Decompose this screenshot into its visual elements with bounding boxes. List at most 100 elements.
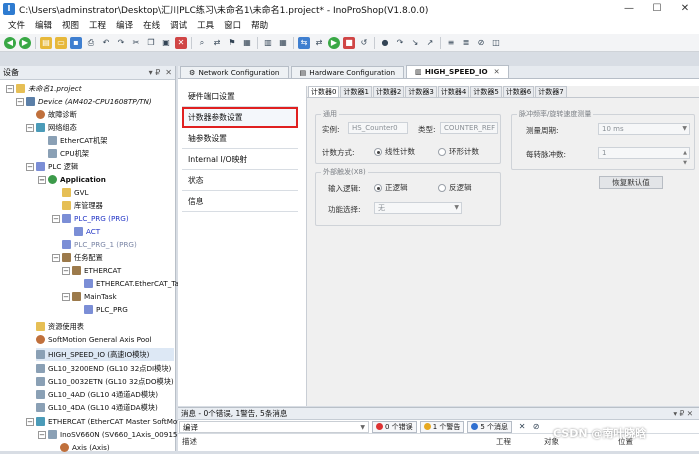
tree-item-ethercat-master[interactable]: − ETHERCAT (EtherCAT Master SoftMotion) <box>26 415 194 428</box>
collapse-toggle-icon[interactable]: − <box>62 292 70 301</box>
tree-item-act[interactable]: ACT <box>74 225 100 238</box>
tree-item-application[interactable]: − Application <box>38 173 106 186</box>
col-description[interactable]: 描述 <box>182 436 197 447</box>
open-folder-icon[interactable]: ▭ <box>55 36 67 49</box>
tree-item-gl10-ad[interactable]: GL10_4AD (GL10 4通道AD模块) <box>36 388 158 401</box>
force-value-icon[interactable]: ≣ <box>460 37 472 49</box>
measure-period-select[interactable]: 10 ms ▼ <box>598 123 690 135</box>
tree-item-network[interactable]: − 网络组态 <box>26 121 77 134</box>
menu-tools[interactable]: 工具 <box>192 18 219 34</box>
reset-icon[interactable]: ↺ <box>358 37 370 49</box>
tree-item-plc-prg[interactable]: − PLC_PRG (PRG) <box>52 212 129 225</box>
radio-linear-count[interactable]: 线性计数 <box>374 146 415 157</box>
tree-item-ethercat-rack[interactable]: EtherCAT机架 <box>48 134 107 147</box>
collapse-toggle-icon[interactable]: − <box>16 97 24 106</box>
tab-hardware-configuration[interactable]: ▤ Hardware Configuration <box>290 66 405 78</box>
nav-internal-io-mapping[interactable]: Internal I/O映射 <box>182 149 298 170</box>
close-button[interactable]: ✕ <box>671 0 699 18</box>
nav-hardware-port[interactable]: 硬件端口设置 <box>182 86 298 107</box>
panel-controls-icon[interactable]: ▾ ₽ ✕ <box>673 408 693 419</box>
tree-item-gl10-da[interactable]: GL10_4DA (GL10 4通道DA模块) <box>36 401 158 414</box>
tree-item-diagnosis[interactable]: 故障诊断 <box>36 108 77 121</box>
menu-debug[interactable]: 调试 <box>165 18 192 34</box>
warnings-filter-button[interactable]: 1 个警告 <box>419 420 465 433</box>
tree-item-project[interactable]: − 未命名1.project <box>6 82 82 95</box>
tab-counter-3[interactable]: 计数器3 <box>405 86 437 97</box>
tab-high-speed-io[interactable]: ▥ HIGH_SPEED_IO ✕ <box>406 65 509 78</box>
tree-item-gl10-do[interactable]: GL10_0032ETN (GL10 32点DO模块) <box>36 375 174 388</box>
pulses-per-rev-spinner[interactable]: 1 ▲ ▼ <box>598 147 690 166</box>
logout-icon[interactable]: ⇄ <box>313 37 325 49</box>
menu-project[interactable]: 工程 <box>84 18 111 34</box>
clear-messages-icon[interactable]: ✕ <box>516 421 528 433</box>
write-value-icon[interactable]: ≡ <box>445 37 457 49</box>
step-out-icon[interactable]: ↗ <box>424 37 436 49</box>
step-into-icon[interactable]: ↘ <box>409 37 421 49</box>
spinner-arrows-icon[interactable]: ▲ ▼ <box>683 148 687 168</box>
menu-file[interactable]: 文件 <box>3 18 30 34</box>
delete-icon[interactable]: ✕ <box>175 36 187 49</box>
minimize-button[interactable]: — <box>615 0 643 18</box>
tree-item-plc-logic[interactable]: − PLC 逻辑 <box>26 160 78 173</box>
filter-icon[interactable]: ⊘ <box>530 421 542 433</box>
close-panel-icon[interactable]: ✕ <box>165 68 172 77</box>
replace-icon[interactable]: ⇄ <box>211 37 223 49</box>
nav-status[interactable]: 状态 <box>182 170 298 191</box>
restore-default-button[interactable]: 恢复默认值 <box>599 176 663 189</box>
type-field[interactable]: COUNTER_REF <box>440 122 498 134</box>
tree-item-axis[interactable]: Axis (Axis) <box>60 441 110 454</box>
table-icon[interactable]: ▥ <box>262 37 274 49</box>
menu-online[interactable]: 在线 <box>138 18 165 34</box>
tree-item-ethercat-task[interactable]: − ETHERCAT <box>62 264 121 277</box>
tree-item-gl10-di[interactable]: GL10_3200END (GL10 32点DI模块) <box>36 362 171 375</box>
collapse-toggle-icon[interactable]: − <box>6 84 14 93</box>
collapse-toggle-icon[interactable]: − <box>26 123 34 132</box>
collapse-toggle-icon[interactable]: − <box>52 253 60 262</box>
tree-item-softmotion-pool[interactable]: SoftMotion General Axis Pool <box>36 333 152 346</box>
tree-item-ethercat-task-call[interactable]: ETHERCAT.EtherCAT_Tas <box>84 277 183 290</box>
tab-counter-0[interactable]: 计数器0 <box>308 86 340 97</box>
nav-axis-params[interactable]: 轴参数设置 <box>182 128 298 149</box>
collapse-toggle-icon[interactable]: − <box>38 430 46 439</box>
message-source-select[interactable]: 编译 ▼ <box>179 420 369 433</box>
grid-icon[interactable]: ▦ <box>277 37 289 49</box>
col-project[interactable]: 工程 <box>496 436 511 447</box>
radio-ring-count[interactable]: 环形计数 <box>438 146 479 157</box>
step-over-icon[interactable]: ↷ <box>394 37 406 49</box>
tab-counter-4[interactable]: 计数器4 <box>437 86 470 97</box>
tree-item-gvl[interactable]: GVL <box>62 186 89 199</box>
redo-icon[interactable]: ↷ <box>115 37 127 49</box>
tree-item-main-task-prg[interactable]: PLC_PRG <box>84 303 128 316</box>
cut-icon[interactable]: ✂ <box>130 37 142 49</box>
unforce-icon[interactable]: ⊘ <box>475 37 487 49</box>
tree-item-device[interactable]: − Device (AM402-CPU1608TP/TN) <box>16 95 152 108</box>
undo-icon[interactable]: ↶ <box>100 37 112 49</box>
collapse-toggle-icon[interactable]: − <box>26 417 34 426</box>
collapse-toggle-icon[interactable]: − <box>26 162 34 171</box>
paste-icon[interactable]: ▣ <box>160 37 172 49</box>
maximize-button[interactable]: ☐ <box>643 0 671 18</box>
breakpoint-icon[interactable]: ● <box>379 37 391 49</box>
tree-item-cpu-rack[interactable]: CPU机架 <box>48 147 89 160</box>
errors-filter-button[interactable]: 0 个错误 <box>372 420 417 433</box>
bookmark-icon[interactable]: ⚑ <box>226 37 238 49</box>
collapse-toggle-icon[interactable]: − <box>62 266 70 275</box>
tree-item-servo[interactable]: − InoSV660N (SV660_1Axis_00915) <box>38 428 180 441</box>
menu-help[interactable]: 帮助 <box>246 18 273 34</box>
tab-counter-7[interactable]: 计数器7 <box>535 86 567 97</box>
print-icon[interactable]: ⎙ <box>85 37 97 49</box>
forward-icon[interactable]: ▶ <box>19 36 31 49</box>
menu-view[interactable]: 视图 <box>57 18 84 34</box>
instance-field[interactable]: HS_Counter0 <box>348 122 408 134</box>
messages-filter-button[interactable]: 5 个消息 <box>467 420 513 433</box>
menu-window[interactable]: 窗口 <box>219 18 246 34</box>
menu-edit[interactable]: 编辑 <box>30 18 57 34</box>
tree-item-task-config[interactable]: − 任务配置 <box>52 251 103 264</box>
compile-icon[interactable]: ▦ <box>241 37 253 49</box>
nav-info[interactable]: 信息 <box>182 191 298 212</box>
run-icon[interactable]: ▶ <box>328 36 340 49</box>
new-file-icon[interactable]: ▤ <box>40 36 52 49</box>
tree-item-library-manager[interactable]: 库管理器 <box>62 199 103 212</box>
back-icon[interactable]: ◀ <box>4 36 16 49</box>
tree-item-plc-prg-1[interactable]: PLC_PRG_1 (PRG) <box>62 238 137 251</box>
